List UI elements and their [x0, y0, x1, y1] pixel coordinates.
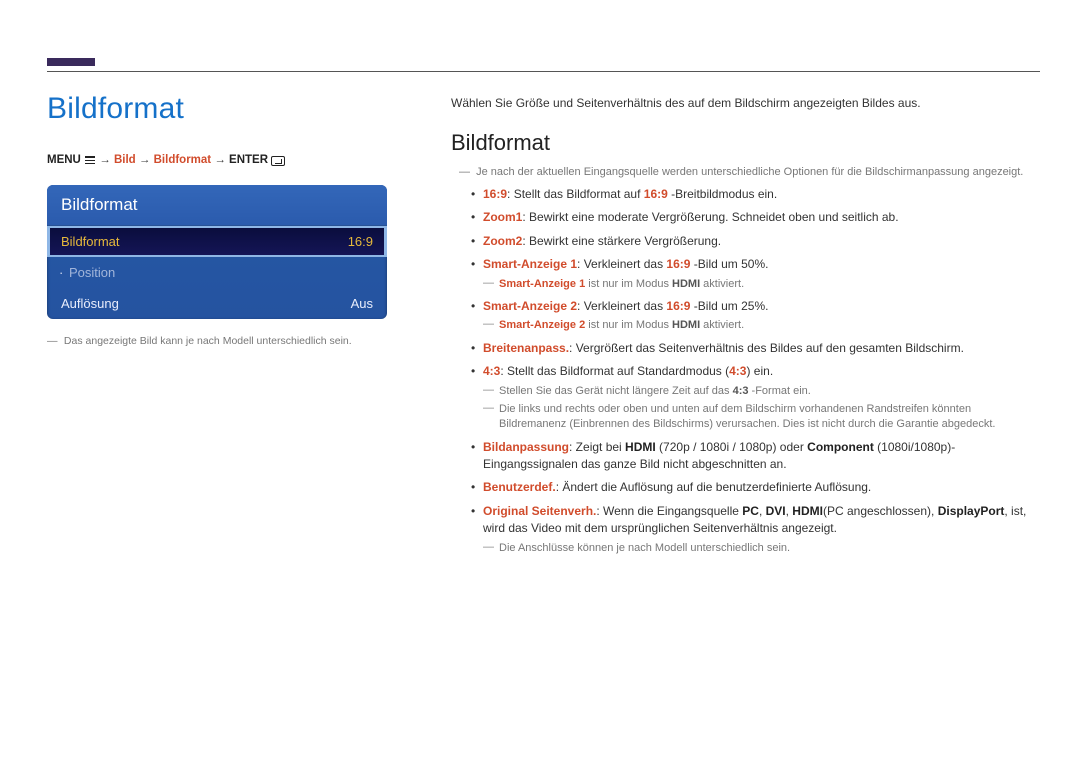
- list-item: Zoom2: Bewirkt eine stärkere Vergrößerun…: [471, 233, 1040, 250]
- option-hl: 4:3: [729, 364, 746, 378]
- option-text: : Bewirkt eine moderate Vergrößerung. Sc…: [522, 210, 898, 224]
- arrow-icon: →: [214, 154, 226, 166]
- left-footnote: ― Das angezeigte Bild kann je nach Model…: [47, 335, 387, 347]
- subnote-hl: Smart-Anzeige 2: [499, 319, 585, 331]
- option-name: Benutzerdef.: [483, 480, 556, 494]
- option-name: Smart-Anzeige 1: [483, 257, 577, 271]
- option-text: -Bild um 25%.: [690, 299, 768, 313]
- subnote-bold: HDMI: [672, 319, 700, 331]
- subnote-text: ist nur im Modus: [585, 319, 672, 331]
- arrow-icon: →: [99, 154, 111, 166]
- sub-note: Die Anschlüsse können je nach Modell unt…: [483, 541, 1040, 556]
- subnote-text: Die links und rechts oder oben und unten…: [499, 403, 995, 430]
- intro-text: Wählen Sie Größe und Seitenverhältnis de…: [451, 96, 1040, 110]
- option-bold: DisplayPort: [938, 504, 1005, 518]
- right-column: Wählen Sie Größe und Seitenverhältnis de…: [451, 92, 1040, 562]
- list-item: Smart-Anzeige 2: Verkleinert das 16:9 -B…: [471, 298, 1040, 334]
- section-heading: Bildformat: [451, 130, 1040, 156]
- option-text: : Bewirkt eine stärkere Vergrößerung.: [522, 234, 721, 248]
- list-item: Benutzerdef.: Ändert die Auflösung auf d…: [471, 479, 1040, 496]
- osd-row-value: 16:9: [348, 234, 373, 249]
- option-hl: 16:9: [644, 187, 668, 201]
- list-item: Breitenanpass.: Vergrößert das Seitenver…: [471, 340, 1040, 357]
- option-bold: HDMI: [625, 440, 656, 454]
- option-text: : Vergrößert das Seitenverhältnis des Bi…: [569, 341, 964, 355]
- breadcrumb-item-bildformat: Bildformat: [154, 154, 212, 166]
- sub-note: Die links und rechts oder oben und unten…: [483, 402, 1040, 433]
- section-prenote: ― Je nach der aktuellen Eingangsquelle w…: [459, 166, 1040, 178]
- page-title: Bildformat: [47, 92, 387, 126]
- option-bold: DVI: [766, 504, 786, 518]
- list-item: Original Seitenverh.: Wenn die Eingangsq…: [471, 503, 1040, 556]
- breadcrumb: MENU → Bild → Bildformat → ENTER: [47, 154, 387, 167]
- breadcrumb-item-bild: Bild: [114, 154, 136, 166]
- left-footnote-text: Das angezeigte Bild kann je nach Modell …: [64, 335, 352, 347]
- arrow-icon: →: [139, 154, 151, 166]
- option-text: -Bild um 50%.: [690, 257, 768, 271]
- option-text: (720p / 1080i / 1080p) oder: [656, 440, 807, 454]
- subnote-text: Stellen Sie das Gerät nicht längere Zeit…: [499, 385, 733, 397]
- section-prenote-text: Je nach der aktuellen Eingangsquelle wer…: [476, 166, 1023, 178]
- option-text: : Verkleinert das: [577, 257, 666, 271]
- option-text: ) ein.: [746, 364, 773, 378]
- list-item: 16:9: Stellt das Bildformat auf 16:9 -Br…: [471, 186, 1040, 203]
- option-hl: 16:9: [666, 299, 690, 313]
- menu-icon: [84, 155, 96, 167]
- subnote-text: aktiviert.: [700, 278, 744, 290]
- list-item: Smart-Anzeige 1: Verkleinert das 16:9 -B…: [471, 256, 1040, 292]
- option-text: : Stellt das Bildformat auf: [507, 187, 644, 201]
- option-bold: HDMI: [792, 504, 823, 518]
- list-item: Zoom1: Bewirkt eine moderate Vergrößerun…: [471, 209, 1040, 226]
- option-text: : Ändert die Auflösung auf die benutzerd…: [556, 480, 872, 494]
- option-text: (PC angeschlossen),: [823, 504, 938, 518]
- option-text: : Zeigt bei: [569, 440, 625, 454]
- subnote-text: Die Anschlüsse können je nach Modell unt…: [499, 542, 790, 554]
- osd-row-label: Bildformat: [61, 234, 120, 249]
- left-column: Bildformat MENU → Bild → Bildformat → EN…: [47, 92, 387, 562]
- list-item: Bildanpassung: Zeigt bei HDMI (720p / 10…: [471, 439, 1040, 474]
- list-item: 4:3: Stellt das Bildformat auf Standardm…: [471, 363, 1040, 433]
- option-name: Original Seitenverh.: [483, 504, 596, 518]
- option-text: : Wenn die Eingangsquelle: [596, 504, 742, 518]
- option-text: : Stellt das Bildformat auf Standardmodu…: [500, 364, 729, 378]
- option-name: Smart-Anzeige 2: [483, 299, 577, 313]
- breadcrumb-enter-label: ENTER: [229, 154, 268, 166]
- option-name: Bildanpassung: [483, 440, 569, 454]
- osd-row-label: Auflösung: [61, 296, 119, 311]
- option-hl: 16:9: [666, 257, 690, 271]
- subnote-bold: 4:3: [733, 385, 749, 397]
- osd-row-value: Aus: [351, 296, 373, 311]
- option-text: -Breitbildmodus ein.: [668, 187, 777, 201]
- osd-row-position[interactable]: Position: [47, 257, 387, 288]
- options-list: 16:9: Stellt das Bildformat auf 16:9 -Br…: [471, 186, 1040, 556]
- osd-row-label: Position: [69, 265, 115, 280]
- subnote-text: aktiviert.: [700, 319, 744, 331]
- osd-row-bildformat[interactable]: Bildformat 16:9: [47, 226, 387, 257]
- option-bold: Component: [807, 440, 874, 454]
- option-text: ,: [759, 504, 766, 518]
- option-name: Zoom2: [483, 234, 522, 248]
- horizontal-rule: [47, 71, 1040, 72]
- dash-icon: ―: [459, 166, 473, 178]
- option-bold: PC: [742, 504, 759, 518]
- subnote-text: ist nur im Modus: [585, 278, 672, 290]
- sub-note: Smart-Anzeige 1 ist nur im Modus HDMI ak…: [483, 277, 1040, 292]
- option-name: 16:9: [483, 187, 507, 201]
- osd-row-aufloesung[interactable]: Auflösung Aus: [47, 288, 387, 319]
- chapter-accent-bar: [47, 58, 95, 66]
- sub-note: Smart-Anzeige 2 ist nur im Modus HDMI ak…: [483, 318, 1040, 333]
- osd-panel: Bildformat Bildformat 16:9 Position Aufl…: [47, 185, 387, 319]
- sub-note: Stellen Sie das Gerät nicht längere Zeit…: [483, 384, 1040, 399]
- subnote-text: -Format ein.: [748, 385, 810, 397]
- subnote-bold: HDMI: [672, 278, 700, 290]
- enter-icon: [271, 155, 285, 167]
- dash-icon: ―: [47, 335, 61, 347]
- osd-header: Bildformat: [47, 185, 387, 226]
- subnote-hl: Smart-Anzeige 1: [499, 278, 585, 290]
- option-name: Breitenanpass.: [483, 341, 569, 355]
- option-name: Zoom1: [483, 210, 522, 224]
- option-text: : Verkleinert das: [577, 299, 666, 313]
- breadcrumb-menu-label: MENU: [47, 154, 81, 166]
- option-name: 4:3: [483, 364, 500, 378]
